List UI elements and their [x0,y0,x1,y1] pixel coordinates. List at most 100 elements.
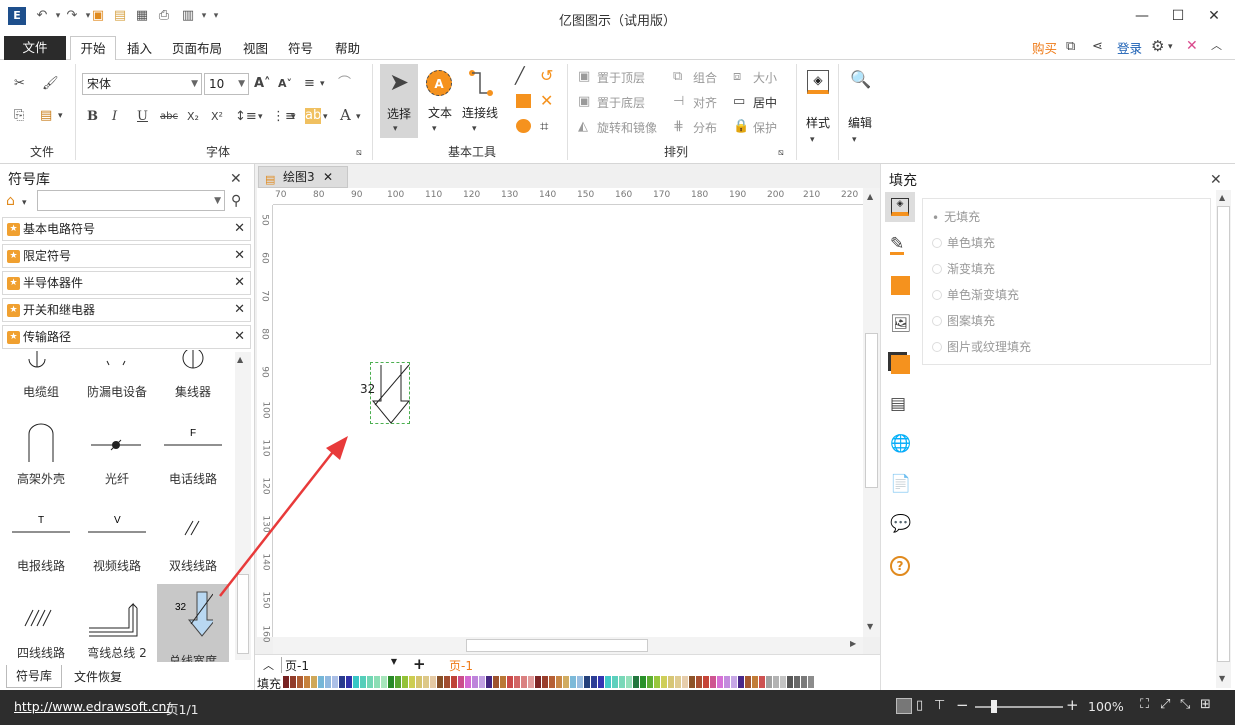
color-swatch[interactable] [423,676,429,688]
tab-help[interactable]: 帮助 [335,38,360,57]
symbol-optical-fiber[interactable]: 光纤 [81,410,153,496]
color-swatch[interactable] [500,676,506,688]
color-swatch[interactable] [640,676,646,688]
color-swatch[interactable] [486,676,492,688]
symbol-leakage-protection[interactable]: 防漏电设备 [81,350,153,409]
bold-icon[interactable]: B [87,109,98,125]
view-page-icon[interactable]: ▯ [916,698,923,713]
color-swatch[interactable] [353,676,359,688]
font-color-dropdown-icon[interactable]: ▾ [356,109,361,125]
color-swatch[interactable] [444,676,450,688]
symbol-bent-bus-2[interactable]: 弯线总线 2 [81,584,153,662]
highlight-dropdown-icon[interactable]: ▾ [323,109,328,125]
color-swatch[interactable] [675,676,681,688]
color-swatch[interactable] [633,676,639,688]
color-swatch[interactable] [535,676,541,688]
distribute-label[interactable]: 分布 [693,119,717,136]
size-label[interactable]: 大小 [753,69,777,86]
align-text-icon[interactable]: ≡ [304,76,315,92]
close-category-icon[interactable]: ✕ [234,245,245,267]
symbol-double-line[interactable]: 双线线路 [157,497,229,583]
color-swatch[interactable] [717,676,723,688]
color-swatch[interactable] [430,676,436,688]
color-swatch[interactable] [402,676,408,688]
tab-symbol[interactable]: 符号 [288,38,313,57]
color-swatch[interactable] [297,676,303,688]
file-menu-button[interactable]: 文件 [4,36,66,60]
center-icon[interactable]: ▭ [733,94,745,110]
close-category-icon[interactable]: ✕ [234,299,245,321]
highlight-icon[interactable]: ab [305,108,321,124]
color-swatch[interactable] [612,676,618,688]
scroll-right-icon[interactable]: ▶ [850,639,856,648]
maximize-icon[interactable]: ☐ [1168,6,1188,26]
color-swatch[interactable] [388,676,394,688]
comment-icon[interactable]: 💬 [890,516,911,533]
color-swatch[interactable] [731,676,737,688]
color-swatch[interactable] [451,676,457,688]
grid-view-icon[interactable]: ⊞ [1200,697,1211,712]
fit-page-icon[interactable]: ⛶ [1140,697,1149,712]
fullscreen-icon[interactable]: ⤡ [1180,697,1190,712]
horizontal-scroll-thumb[interactable] [466,639,648,652]
line-spacing-curve-icon[interactable]: ⌒ [338,76,351,92]
color-swatch[interactable] [479,676,485,688]
tab-insert[interactable]: 插入 [127,38,152,57]
search-icon[interactable]: ⚲ [231,193,241,209]
close-category-icon[interactable]: ✕ [234,326,245,348]
color-swatch[interactable] [591,676,597,688]
rotate-mirror-label[interactable]: 旋转和镜像 [597,119,657,136]
share-screen-icon[interactable]: ⧉ [1066,39,1075,55]
add-page-icon[interactable]: + [413,655,426,673]
tab-view[interactable]: 视图 [243,38,268,57]
category-basic-circuit[interactable]: ★ 基本电路符号 ✕ [2,217,251,241]
color-swatch[interactable] [668,676,674,688]
color-swatch[interactable] [654,676,660,688]
color-swatch[interactable] [619,676,625,688]
scroll-down-icon[interactable]: ▼ [867,622,873,631]
color-swatch[interactable] [710,676,716,688]
close-library-icon[interactable]: ✕ [230,171,242,187]
fill-option-gradient[interactable]: 渐变填充 [932,260,995,277]
horizontal-scrollbar[interactable]: ▶ [273,637,863,654]
color-swatch[interactable] [626,676,632,688]
center-label[interactable]: 居中 [753,94,777,111]
color-swatch[interactable] [724,676,730,688]
italic-icon[interactable]: I [112,109,117,125]
website-link[interactable]: http://www.edrawsoft.cn/ [14,699,171,714]
layer-icon[interactable] [891,355,910,374]
protect-label[interactable]: 保护 [753,119,777,136]
home-icon[interactable]: ⌂ [6,193,15,209]
color-swatch[interactable] [472,676,478,688]
distribute-icon[interactable]: ⋕ [673,119,684,135]
color-swatch[interactable] [703,676,709,688]
scroll-up-icon[interactable]: ▲ [867,192,873,201]
rectangle-tool-icon[interactable] [516,94,531,108]
color-swatch[interactable] [395,676,401,688]
color-swatch[interactable] [283,676,289,688]
fit-width-icon[interactable]: ⤢ [1160,697,1170,712]
color-swatch[interactable] [521,676,527,688]
paste-dropdown-icon[interactable]: ▾ [58,108,63,124]
fill-option-pattern[interactable]: 图案填充 [932,312,995,329]
ellipse-tool-icon[interactable] [516,119,531,133]
shadow-color-icon[interactable] [891,276,910,295]
font-dialog-launcher-icon[interactable]: ⧅ [356,145,362,161]
color-swatch[interactable] [549,676,555,688]
collapse-ribbon-icon[interactable]: ︿ [1211,38,1222,54]
selected-bus-width-shape[interactable] [370,362,411,424]
color-swatch[interactable] [738,676,744,688]
image-icon[interactable]: 🖼 [890,316,912,333]
share-icon[interactable]: ⋖ [1092,39,1103,55]
edit-button[interactable]: 🔍 编辑 ▾ [844,66,876,146]
rotate-icon[interactable]: ◭ [578,119,588,135]
library-scroll-thumb[interactable] [237,574,249,654]
color-swatch[interactable] [528,676,534,688]
close-category-icon[interactable]: ✕ [234,218,245,240]
color-swatch[interactable] [570,676,576,688]
symbol-bus-width[interactable]: 32 总线宽度 [157,584,229,662]
tab-page-layout[interactable]: 页面布局 [172,38,222,57]
color-swatch[interactable] [465,676,471,688]
scroll-up-icon[interactable]: ▲ [1219,193,1225,202]
category-qualifier[interactable]: ★ 限定符号 ✕ [2,244,251,268]
